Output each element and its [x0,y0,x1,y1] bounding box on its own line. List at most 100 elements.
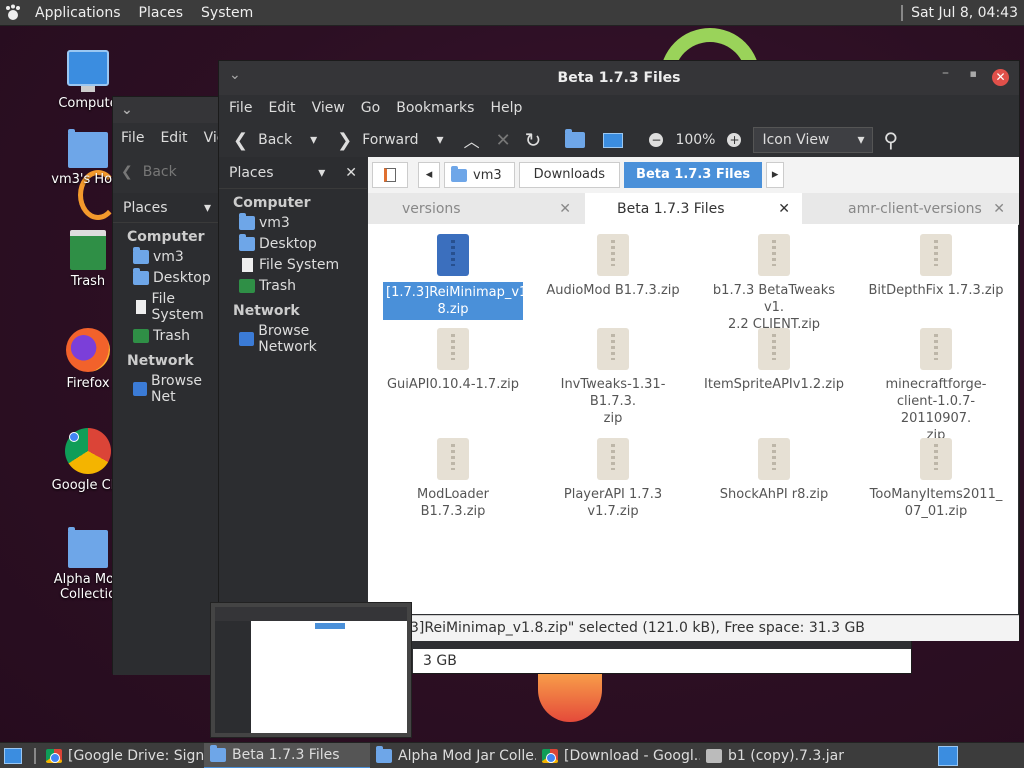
close-tab-icon[interactable]: ✕ [778,201,790,217]
chrome-icon [65,428,111,474]
sidebar-item-file-system[interactable]: File System [113,289,221,326]
close-tab-icon[interactable]: ✕ [993,201,1005,217]
places-menu[interactable]: Places [130,0,193,26]
zip-file-icon [597,438,629,480]
menu-view[interactable]: View [304,100,353,116]
zip-file-icon [437,234,469,276]
desktop-folder-icon [239,234,255,251]
menu-edit[interactable]: Edit [260,100,303,116]
computer-icon[interactable] [603,132,624,148]
menu-help[interactable]: Help [482,100,530,116]
home-folder-icon [68,129,108,168]
file-item[interactable]: ItemSpriteAPIv1.2.zip [704,328,844,393]
back-arrow-icon[interactable]: ❮ [233,130,248,151]
window-preview-thumbnail[interactable] [210,602,412,738]
path-scroll-left[interactable]: ◂ [418,162,440,188]
gnome-foot-icon[interactable] [0,4,26,22]
forward-arrow-icon[interactable]: ❯ [337,130,352,151]
main-window-titlebar[interactable]: ⌄ Beta 1.7.3 Files – ▪ ✕ [219,61,1019,95]
menu-file[interactable]: File [221,100,260,116]
window-menu-icon[interactable]: ⌄ [229,67,241,83]
firefox-icon [66,328,110,372]
breadcrumb-downloads[interactable]: Downloads [518,162,621,188]
sidebar-item-browse-network[interactable]: Browse Net [113,371,221,408]
edit-location-button[interactable] [372,162,408,188]
sidebar-item-trash[interactable]: Trash [219,276,367,297]
stop-icon[interactable]: ✕ [496,130,511,151]
close-sidebar-icon[interactable]: ✕ [345,165,357,181]
tab-versions[interactable]: versions ✕ [368,193,585,224]
close-icon[interactable]: ✕ [992,69,1009,86]
sidebar-header[interactable]: Places ▾ ✕ [219,157,367,189]
applications-menu[interactable]: Applications [26,0,130,26]
file-item[interactable]: GuiAPI0.10.4-1.7.zip [383,328,523,393]
menu-go[interactable]: Go [353,100,388,116]
file-item[interactable]: AudioMod B1.7.3.zip [543,234,683,299]
file-item[interactable]: PlayerAPI 1.7.3 v1.7.zip [543,438,683,520]
main-window-toolbar: ❮ Back ▾ ❯ Forward ▾ ︿ ✕ ↻ − 100% + Icon… [219,121,1019,159]
file-item[interactable]: InvTweaks-1.31-B1.7.3. zip [543,328,683,427]
home-folder-icon[interactable] [565,129,586,148]
file-item[interactable]: b1.7.3 BetaTweaks v1. 2.2 CLIENT.zip [704,234,844,333]
show-desktop-icon[interactable] [4,747,22,764]
file-item[interactable]: TooManyItems2011_ 07_01.zip [866,438,1006,520]
zip-file-icon [437,438,469,480]
taskbar-item-beta-files[interactable]: Beta 1.7.3 Files [204,742,370,768]
preview-window-image [215,607,407,733]
sidebar-item-desktop[interactable]: Desktop [219,234,367,255]
reload-icon[interactable]: ↻ [525,128,542,152]
taskbar-item-download[interactable]: [Download - Googl... [536,743,700,768]
file-item[interactable]: ShockAhPI r8.zip [704,438,844,503]
minimize-icon[interactable]: – [942,65,949,81]
taskbar-item-alpha-mod[interactable]: Alpha Mod Jar Colle... [370,743,536,768]
path-scroll-right[interactable]: ▸ [766,162,785,188]
system-menu[interactable]: System [192,0,262,26]
sidebar-header[interactable]: Places ▾ [113,193,221,223]
back-button[interactable]: Back [143,164,177,180]
clock[interactable]: Sat Jul 8, 04:43 [911,5,1018,21]
location-bar: ◂ vm3 Downloads Beta 1.7.3 Files ▸ [368,157,1019,193]
menu-edit[interactable]: Edit [152,130,195,146]
taskbar-item-jar[interactable]: b1 (copy).7.3.jar [700,743,860,768]
dropdown-icon[interactable]: ▾ [204,200,211,216]
file-item[interactable]: minecraftforge-client-1.0.7-20110907. zip [866,328,1006,444]
sidebar-item-vm3[interactable]: vm3 [219,213,367,234]
zip-file-icon [597,328,629,370]
zip-file-icon [437,328,469,370]
sidebar-item-trash[interactable]: Trash [113,326,221,347]
breadcrumb-beta-files[interactable]: Beta 1.7.3 Files [624,162,763,188]
zoom-in-icon[interactable]: + [727,133,742,147]
sidebar-item-vm3[interactable]: vm3 [113,247,221,268]
view-mode-select[interactable]: Icon View ▾ [753,127,874,153]
places-dropdown-icon[interactable]: ▾ [318,165,325,181]
search-icon[interactable]: ⚲ [883,128,898,152]
sidebar-item-browse-network[interactable]: Browse Network [219,321,367,358]
home-folder-icon [239,213,255,230]
sidebar-item-file-system[interactable]: File System [219,255,367,276]
sidebar-item-desktop[interactable]: Desktop [113,268,221,289]
tab-beta-files[interactable]: Beta 1.7.3 Files ✕ [585,193,802,224]
network-icon [133,382,147,396]
folder-icon [68,527,108,568]
file-item[interactable]: ModLoader B1.7.3.zip [383,438,523,520]
file-item[interactable]: BitDepthFix 1.7.3.zip [866,234,1006,299]
back-arrow-icon[interactable]: ❮ [121,164,133,180]
window-menu-icon[interactable]: ⌄ [121,102,133,118]
breadcrumb-vm3[interactable]: vm3 [444,162,515,188]
sidebar-section-computer: Computer [233,195,311,211]
up-icon[interactable]: ︿ [464,128,480,152]
back-button[interactable]: Back [258,132,292,148]
file-item[interactable]: [1.7.3]ReiMinimap_v1. 8.zip [383,234,531,320]
forward-history-dropdown-icon[interactable]: ▾ [437,132,444,148]
menu-file[interactable]: File [113,130,152,146]
close-tab-icon[interactable]: ✕ [559,201,571,217]
back-history-dropdown-icon[interactable]: ▾ [310,132,317,148]
taskbar-item-google-drive[interactable]: [Google Drive: Sign-... [40,743,204,768]
maximize-icon[interactable]: ▪ [970,67,977,80]
workspace-switcher[interactable] [938,745,958,766]
tab-amr-client-versions[interactable]: amr-client-versions ✕ [802,193,1019,224]
forward-button[interactable]: Forward [362,132,418,148]
zip-file-icon [758,438,790,480]
menu-bookmarks[interactable]: Bookmarks [388,100,482,116]
zoom-out-icon[interactable]: − [649,133,664,147]
